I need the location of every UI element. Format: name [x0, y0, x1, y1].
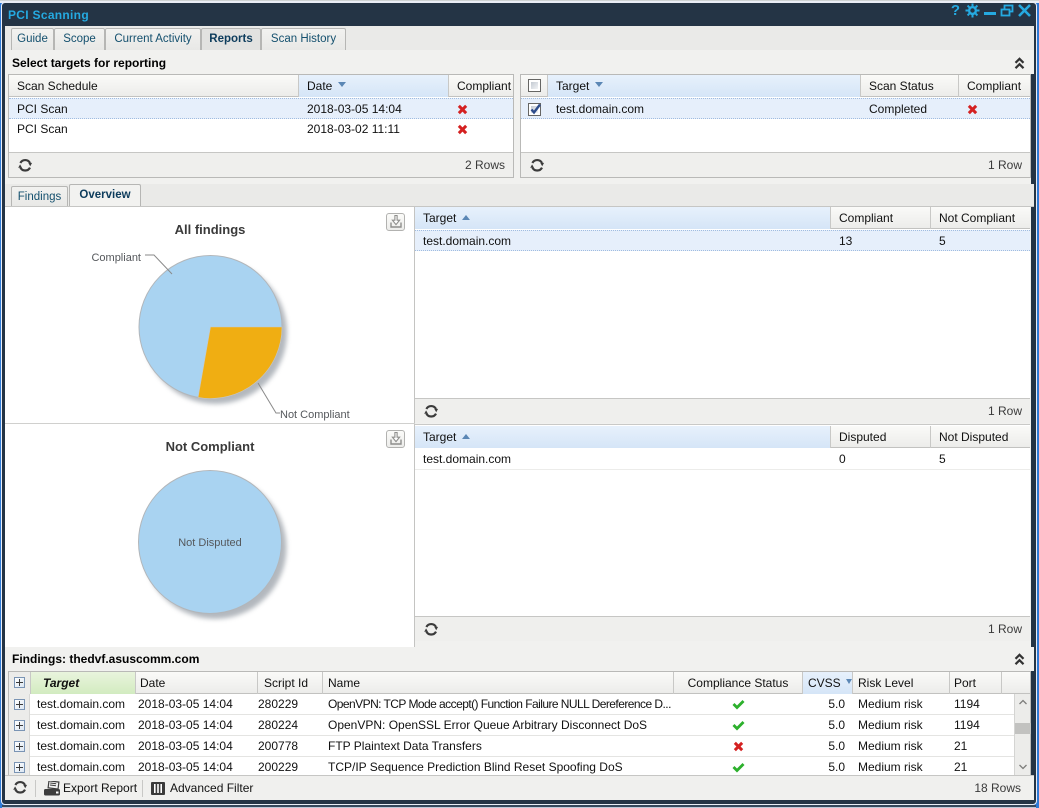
svg-text:Not Disputed: Not Disputed [178, 537, 242, 549]
svg-text:Compliant: Compliant [91, 252, 141, 264]
svg-text:Not Compliant: Not Compliant [280, 409, 350, 421]
